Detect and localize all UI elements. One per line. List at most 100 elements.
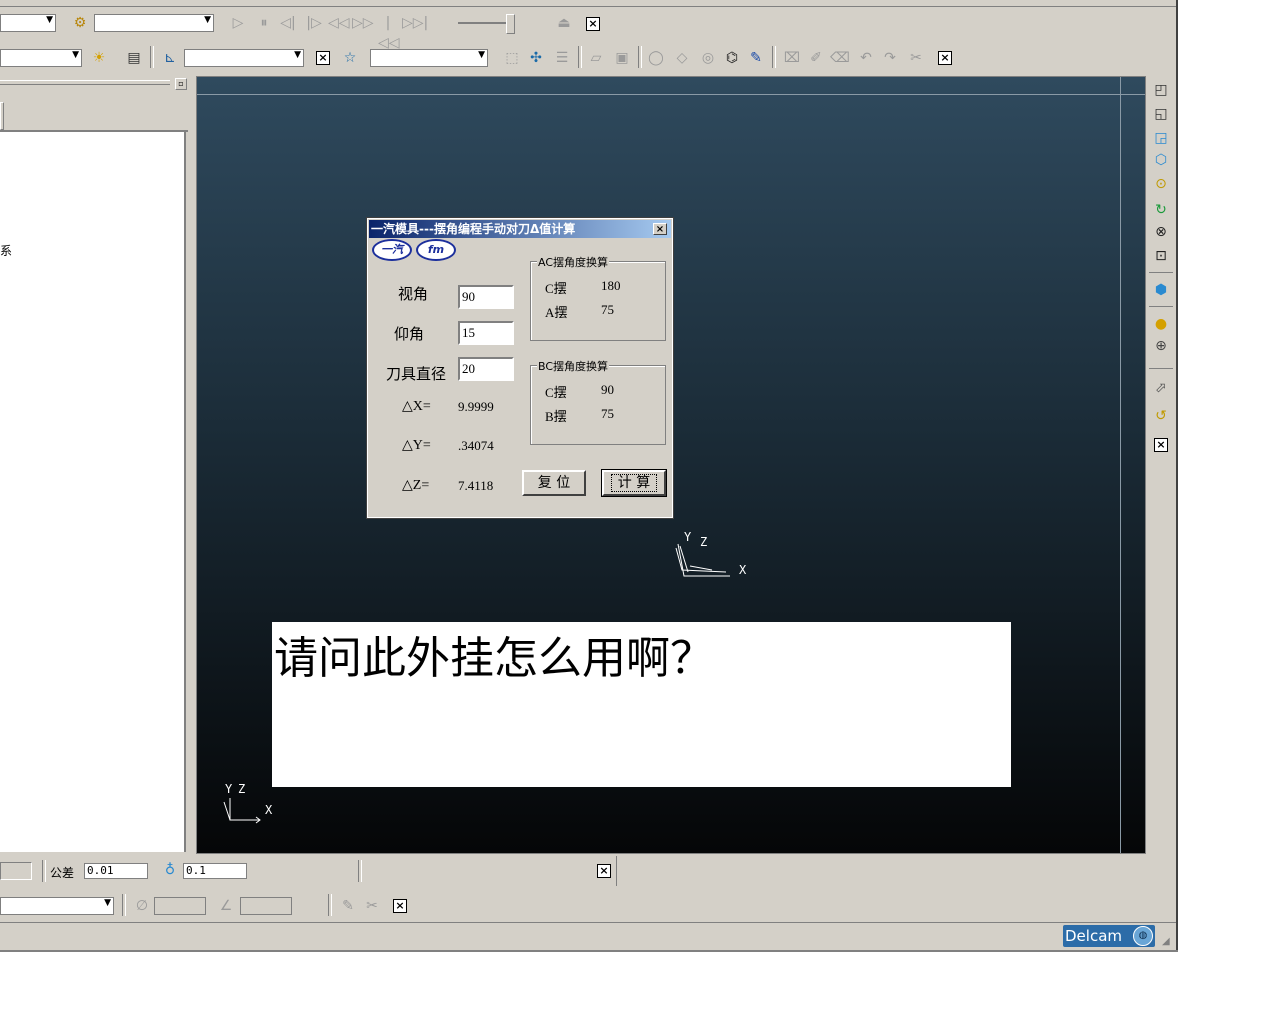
viewport-guide-horizontal: [197, 94, 1145, 95]
undo-icon[interactable]: ↶: [856, 48, 876, 68]
close-toolbar-icon[interactable]: ×: [316, 51, 330, 65]
view-side-icon[interactable]: ◱: [1151, 104, 1171, 124]
tolerance-input[interactable]: 0.01: [84, 863, 148, 879]
select-pointer-icon[interactable]: ⬀: [1151, 378, 1171, 398]
machine-icon[interactable]: ▤: [124, 48, 144, 68]
restore-panel-icon[interactable]: ▫: [175, 78, 187, 90]
explorer-panel: ▫ 系: [0, 76, 192, 854]
stepover-input[interactable]: 0.1: [183, 863, 247, 879]
toolbar-separator: [42, 860, 46, 882]
reset-button[interactable]: 复 位: [522, 470, 586, 496]
toolbar1-combo-left[interactable]: ▼: [0, 14, 56, 32]
ac-a-value: 75: [601, 302, 614, 317]
speed-slider-thumb[interactable]: [506, 14, 515, 34]
diameter-input[interactable]: [154, 897, 206, 915]
scissors-icon[interactable]: ✂: [906, 48, 926, 68]
edit-tool-icon[interactable]: ✎: [338, 896, 358, 916]
ac-c-value: 180: [601, 278, 621, 293]
zoom-box-icon[interactable]: ⊡: [1151, 246, 1171, 266]
select-icon[interactable]: ⬚: [502, 48, 522, 68]
transform-icon[interactable]: ✣: [526, 48, 546, 68]
feature-icon[interactable]: ☆: [340, 48, 360, 68]
save-icon[interactable]: ▣: [612, 48, 632, 68]
workplane-icon[interactable]: ⊾: [160, 48, 180, 68]
fm-logo: fm: [416, 239, 456, 261]
machine-tool-icon[interactable]: ⚙: [70, 13, 90, 33]
close-toolbar-icon[interactable]: ×: [938, 51, 952, 65]
view-top-icon[interactable]: ⬡: [1151, 150, 1171, 170]
surface-icon[interactable]: ☰: [552, 48, 572, 68]
chevron-down-icon: ▼: [46, 15, 53, 25]
view-angle-input[interactable]: 90: [458, 285, 514, 309]
delete-select-icon[interactable]: ⌧: [782, 48, 802, 68]
skip-end-icon[interactable]: ▷▷|: [402, 13, 428, 33]
workplane-combo[interactable]: ▼: [184, 49, 304, 67]
tool-diameter-input[interactable]: 20: [458, 357, 514, 381]
refresh-icon[interactable]: ↻: [1151, 200, 1171, 220]
feature-combo[interactable]: ▼: [370, 49, 488, 67]
rewind-icon[interactable]: ◁◁: [328, 13, 350, 33]
angle-icon: ∠: [219, 898, 233, 914]
view-angle-label: 视角: [398, 285, 429, 303]
speed-slider-track: [458, 22, 512, 24]
toolbar2-combo-left[interactable]: ▼: [0, 49, 82, 67]
eject-icon[interactable]: ⏏: [554, 13, 574, 33]
zoom-icon[interactable]: ⊙: [1151, 174, 1171, 194]
dx-value: 9.9999: [458, 399, 494, 414]
undo-select-icon[interactable]: ↺: [1151, 406, 1171, 426]
explorer-tree[interactable]: 系: [0, 132, 186, 852]
calculate-button[interactable]: 计 算: [601, 469, 667, 497]
dialog-title-text: 一汽模具---摆角编程手动对刀Δ值计算: [371, 222, 576, 236]
sketch-icon[interactable]: ◇: [672, 48, 692, 68]
light-icon[interactable]: ☀: [89, 48, 109, 68]
menu-strip: [0, 0, 1178, 7]
step-back-icon[interactable]: ◁|: [278, 13, 298, 33]
delete-tool-icon[interactable]: ✂: [362, 896, 382, 916]
shaded-icon[interactable]: ⬢: [1151, 280, 1171, 300]
question-text: 请问此外挂怎么用啊？: [274, 633, 714, 684]
edit-line-icon[interactable]: ✎: [746, 48, 766, 68]
close-toolbar-icon[interactable]: ×: [586, 17, 600, 31]
close-toolbar-icon[interactable]: ×: [597, 864, 611, 878]
delcam-logo: Delcam ◍: [1063, 925, 1155, 947]
resize-grip-icon[interactable]: ◢: [1162, 936, 1170, 947]
close-toolbar-icon[interactable]: ×: [393, 899, 407, 913]
explorer-tab[interactable]: [0, 102, 4, 130]
dialog-title[interactable]: 一汽模具---摆角编程手动对刀Δ值计算 ×: [369, 220, 671, 238]
play-icon[interactable]: ▷: [228, 13, 248, 33]
question-note: 请问此外挂怎么用啊？: [272, 622, 1011, 787]
material-icon[interactable]: ●: [1151, 314, 1171, 334]
open-folder-icon[interactable]: ▱: [586, 48, 606, 68]
view-toolbar: ◰ ◱ ◲ ⬡ ⊙ ↻ ⊗ ⊡ ⬢ ● ⊕ ⬀ ↺ ×: [1146, 76, 1176, 854]
pen-icon[interactable]: ✐: [806, 48, 826, 68]
powermill-window: ▼ ⚙ ▼ ▷ ⏸ ◁| |▷ ◁◁ ▷▷ |◁◁ ▷▷| ⏏ × ▼ ☀ ▤ …: [0, 0, 1178, 952]
curve-icon[interactable]: ◯: [646, 48, 666, 68]
dx-label: △X=: [402, 399, 431, 414]
bc-c-label: C摆: [545, 385, 567, 400]
close-icon[interactable]: ×: [653, 223, 667, 235]
skip-start-icon[interactable]: |◁◁: [378, 13, 400, 51]
explorer-grip[interactable]: [0, 80, 170, 85]
view-iso-icon[interactable]: ◰: [1151, 80, 1171, 100]
toolpath-combo[interactable]: ▼: [94, 14, 214, 32]
elevation-input[interactable]: 15: [458, 321, 514, 345]
fast-forward-icon[interactable]: ▷▷: [352, 13, 374, 33]
boundary-icon[interactable]: ⌬: [722, 48, 742, 68]
dy-value: .34074: [458, 438, 494, 453]
view-front-icon[interactable]: ◲: [1151, 128, 1171, 148]
toolbar-separator: [638, 46, 642, 68]
elevation-label: 仰角: [394, 325, 425, 343]
eraser-icon[interactable]: ⌫: [830, 48, 850, 68]
pause-icon[interactable]: ⏸: [254, 13, 274, 33]
step-forward-icon[interactable]: |▷: [304, 13, 324, 33]
tree-item[interactable]: 系: [0, 242, 12, 259]
status-divider: [0, 922, 1176, 923]
explorer-header: ▫: [0, 76, 188, 90]
zoom-all-icon[interactable]: ⊗: [1151, 222, 1171, 242]
angle-input[interactable]: [240, 897, 292, 915]
tool-combo[interactable]: ▼: [0, 897, 114, 915]
wireframe-icon[interactable]: ⊕: [1151, 336, 1171, 356]
redo-icon[interactable]: ↷: [880, 48, 900, 68]
close-toolbar-icon[interactable]: ×: [1154, 438, 1168, 452]
solid-icon[interactable]: ◎: [698, 48, 718, 68]
